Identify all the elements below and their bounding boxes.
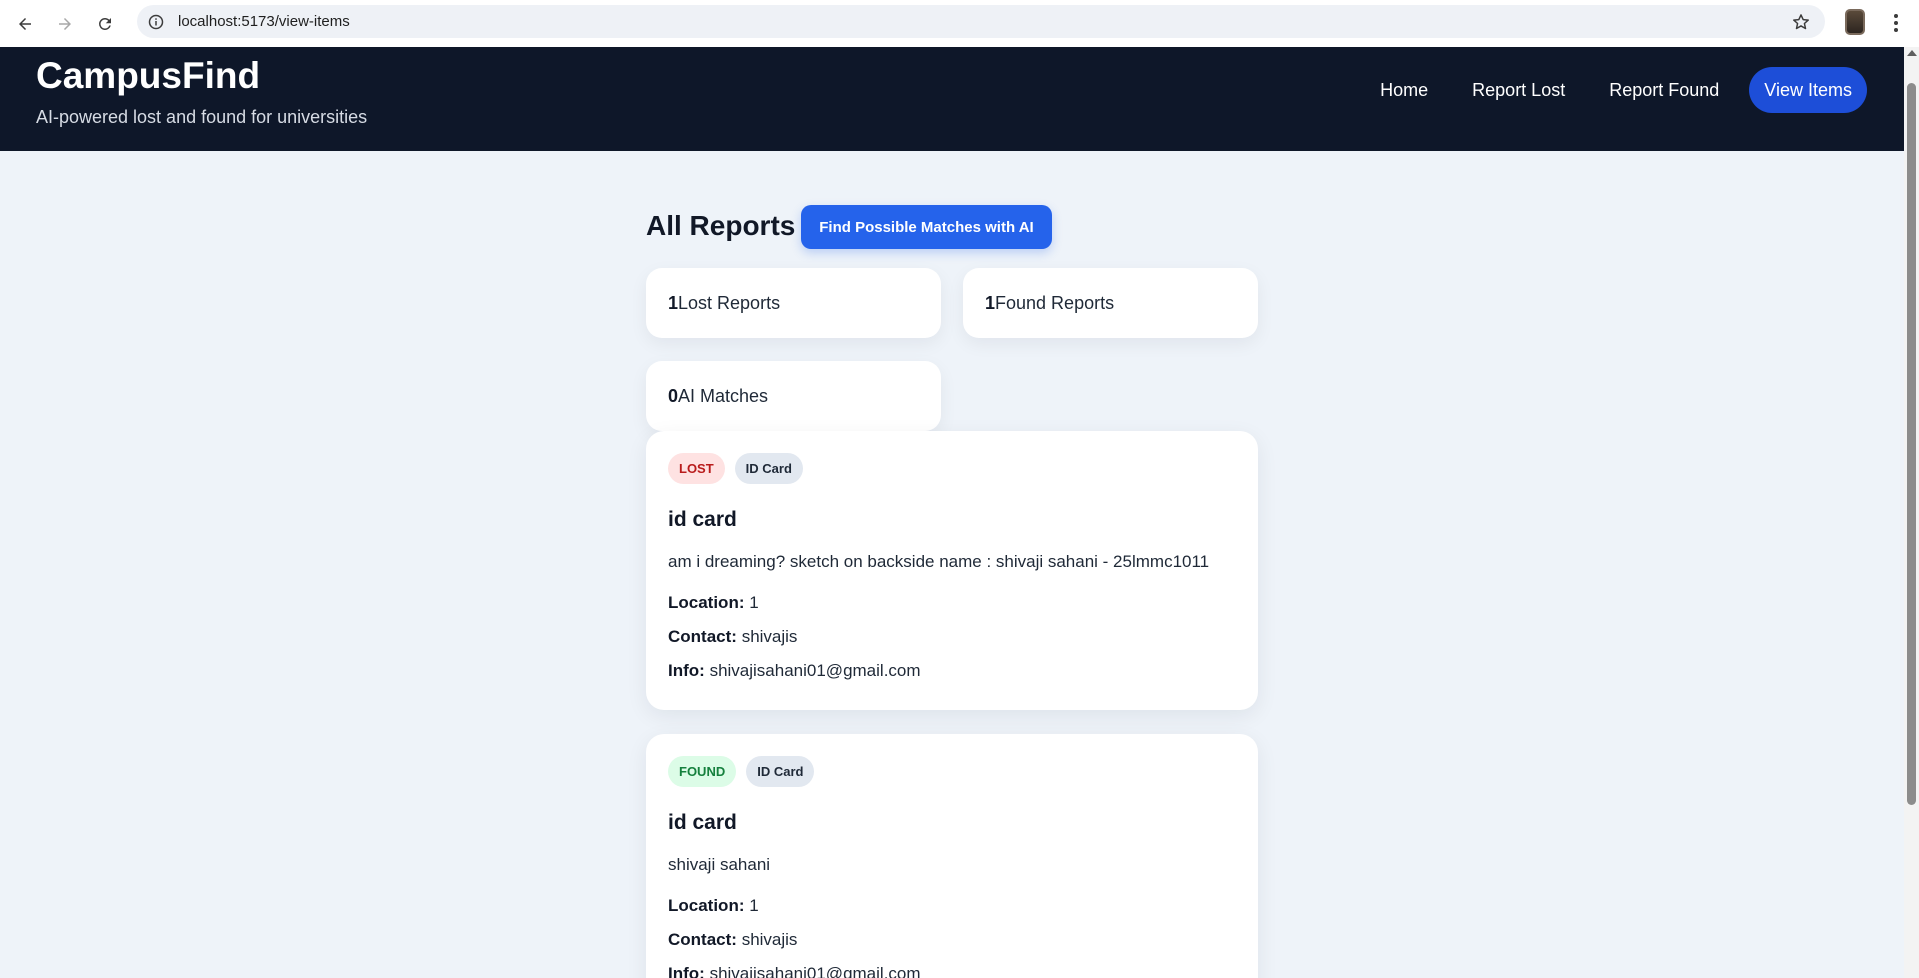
- nav-report-lost[interactable]: Report Lost: [1456, 67, 1581, 113]
- stat-card-lost: 1 Lost Reports: [646, 268, 941, 338]
- contact-value: shivajis: [741, 627, 798, 646]
- info-value: shivajisahani01@gmail.com: [709, 661, 921, 680]
- report-badges: LOST ID Card: [668, 453, 1236, 484]
- matches-count: 0: [668, 385, 679, 406]
- contact-label: Contact:: [668, 627, 737, 646]
- report-card: FOUND ID Card id card shivaji sahani Loc…: [646, 734, 1258, 978]
- status-badge: LOST: [668, 453, 725, 484]
- report-card: LOST ID Card id card am i dreaming? sket…: [646, 431, 1258, 710]
- report-description: shivaji sahani: [668, 855, 771, 874]
- stat-card-matches: 0 AI Matches: [646, 361, 941, 431]
- contact-value: shivajis: [741, 930, 798, 949]
- scrollbar-thumb[interactable]: [1907, 83, 1916, 805]
- report-contact: Contact: shivajis: [668, 620, 1236, 654]
- scroll-up-arrow-icon[interactable]: [1907, 50, 1917, 56]
- location-label: Location:: [668, 896, 745, 915]
- nav-home[interactable]: Home: [1364, 67, 1444, 113]
- browser-toolbar: localhost:5173/view-items: [0, 0, 1919, 47]
- found-label: Found Reports: [995, 292, 1115, 313]
- category-badge: ID Card: [734, 453, 803, 484]
- info-label: Info:: [668, 661, 705, 680]
- stat-card-found: 1 Found Reports: [963, 268, 1258, 338]
- info-value: shivajisahani01@gmail.com: [709, 964, 921, 978]
- nav-report-found[interactable]: Report Found: [1593, 67, 1735, 113]
- report-info: Info: shivajisahani01@gmail.com: [668, 957, 1236, 978]
- main-nav: Home Report Lost Report Found View Items: [1364, 67, 1867, 113]
- lost-count: 1: [668, 292, 679, 313]
- find-matches-button[interactable]: Find Possible Matches with AI: [801, 205, 1052, 249]
- browser-menu-icon[interactable]: [1888, 11, 1904, 35]
- page-title: All Reports: [646, 210, 796, 241]
- app-header: CampusFind AI-powered lost and found for…: [0, 47, 1904, 151]
- profile-avatar-icon[interactable]: [1845, 9, 1865, 35]
- lost-label: Lost Reports: [678, 292, 781, 313]
- address-bar[interactable]: localhost:5173/view-items: [137, 5, 1825, 38]
- bookmark-star-icon[interactable]: [1791, 12, 1811, 32]
- nav-view-items[interactable]: View Items: [1749, 67, 1867, 113]
- site-info-icon[interactable]: [148, 14, 164, 30]
- info-label: Info:: [668, 964, 705, 978]
- location-value: 1: [749, 593, 759, 612]
- report-description: am i dreaming? sketch on backside name :…: [668, 552, 1210, 571]
- contact-label: Contact:: [668, 930, 737, 949]
- report-location: Location: 1: [668, 889, 1236, 923]
- status-badge: FOUND: [668, 756, 737, 787]
- url-text: localhost:5173/view-items: [178, 13, 350, 30]
- matches-label: AI Matches: [678, 385, 769, 406]
- location-label: Location:: [668, 593, 745, 612]
- found-count: 1: [985, 292, 996, 313]
- report-contact: Contact: shivajis: [668, 923, 1236, 957]
- brand-subtitle: AI-powered lost and found for universiti…: [36, 107, 368, 127]
- report-location: Location: 1: [668, 586, 1236, 620]
- category-badge: ID Card: [746, 756, 815, 787]
- reload-icon[interactable]: [90, 9, 120, 39]
- back-icon[interactable]: [10, 9, 40, 39]
- report-badges: FOUND ID Card: [668, 756, 1236, 787]
- report-title: id card: [668, 811, 737, 834]
- page-scrollbar[interactable]: [1904, 47, 1919, 978]
- forward-icon[interactable]: [50, 9, 80, 39]
- location-value: 1: [749, 896, 759, 915]
- report-info: Info: shivajisahani01@gmail.com: [668, 654, 1236, 688]
- brand-title[interactable]: CampusFind: [36, 55, 260, 97]
- report-title: id card: [668, 508, 737, 531]
